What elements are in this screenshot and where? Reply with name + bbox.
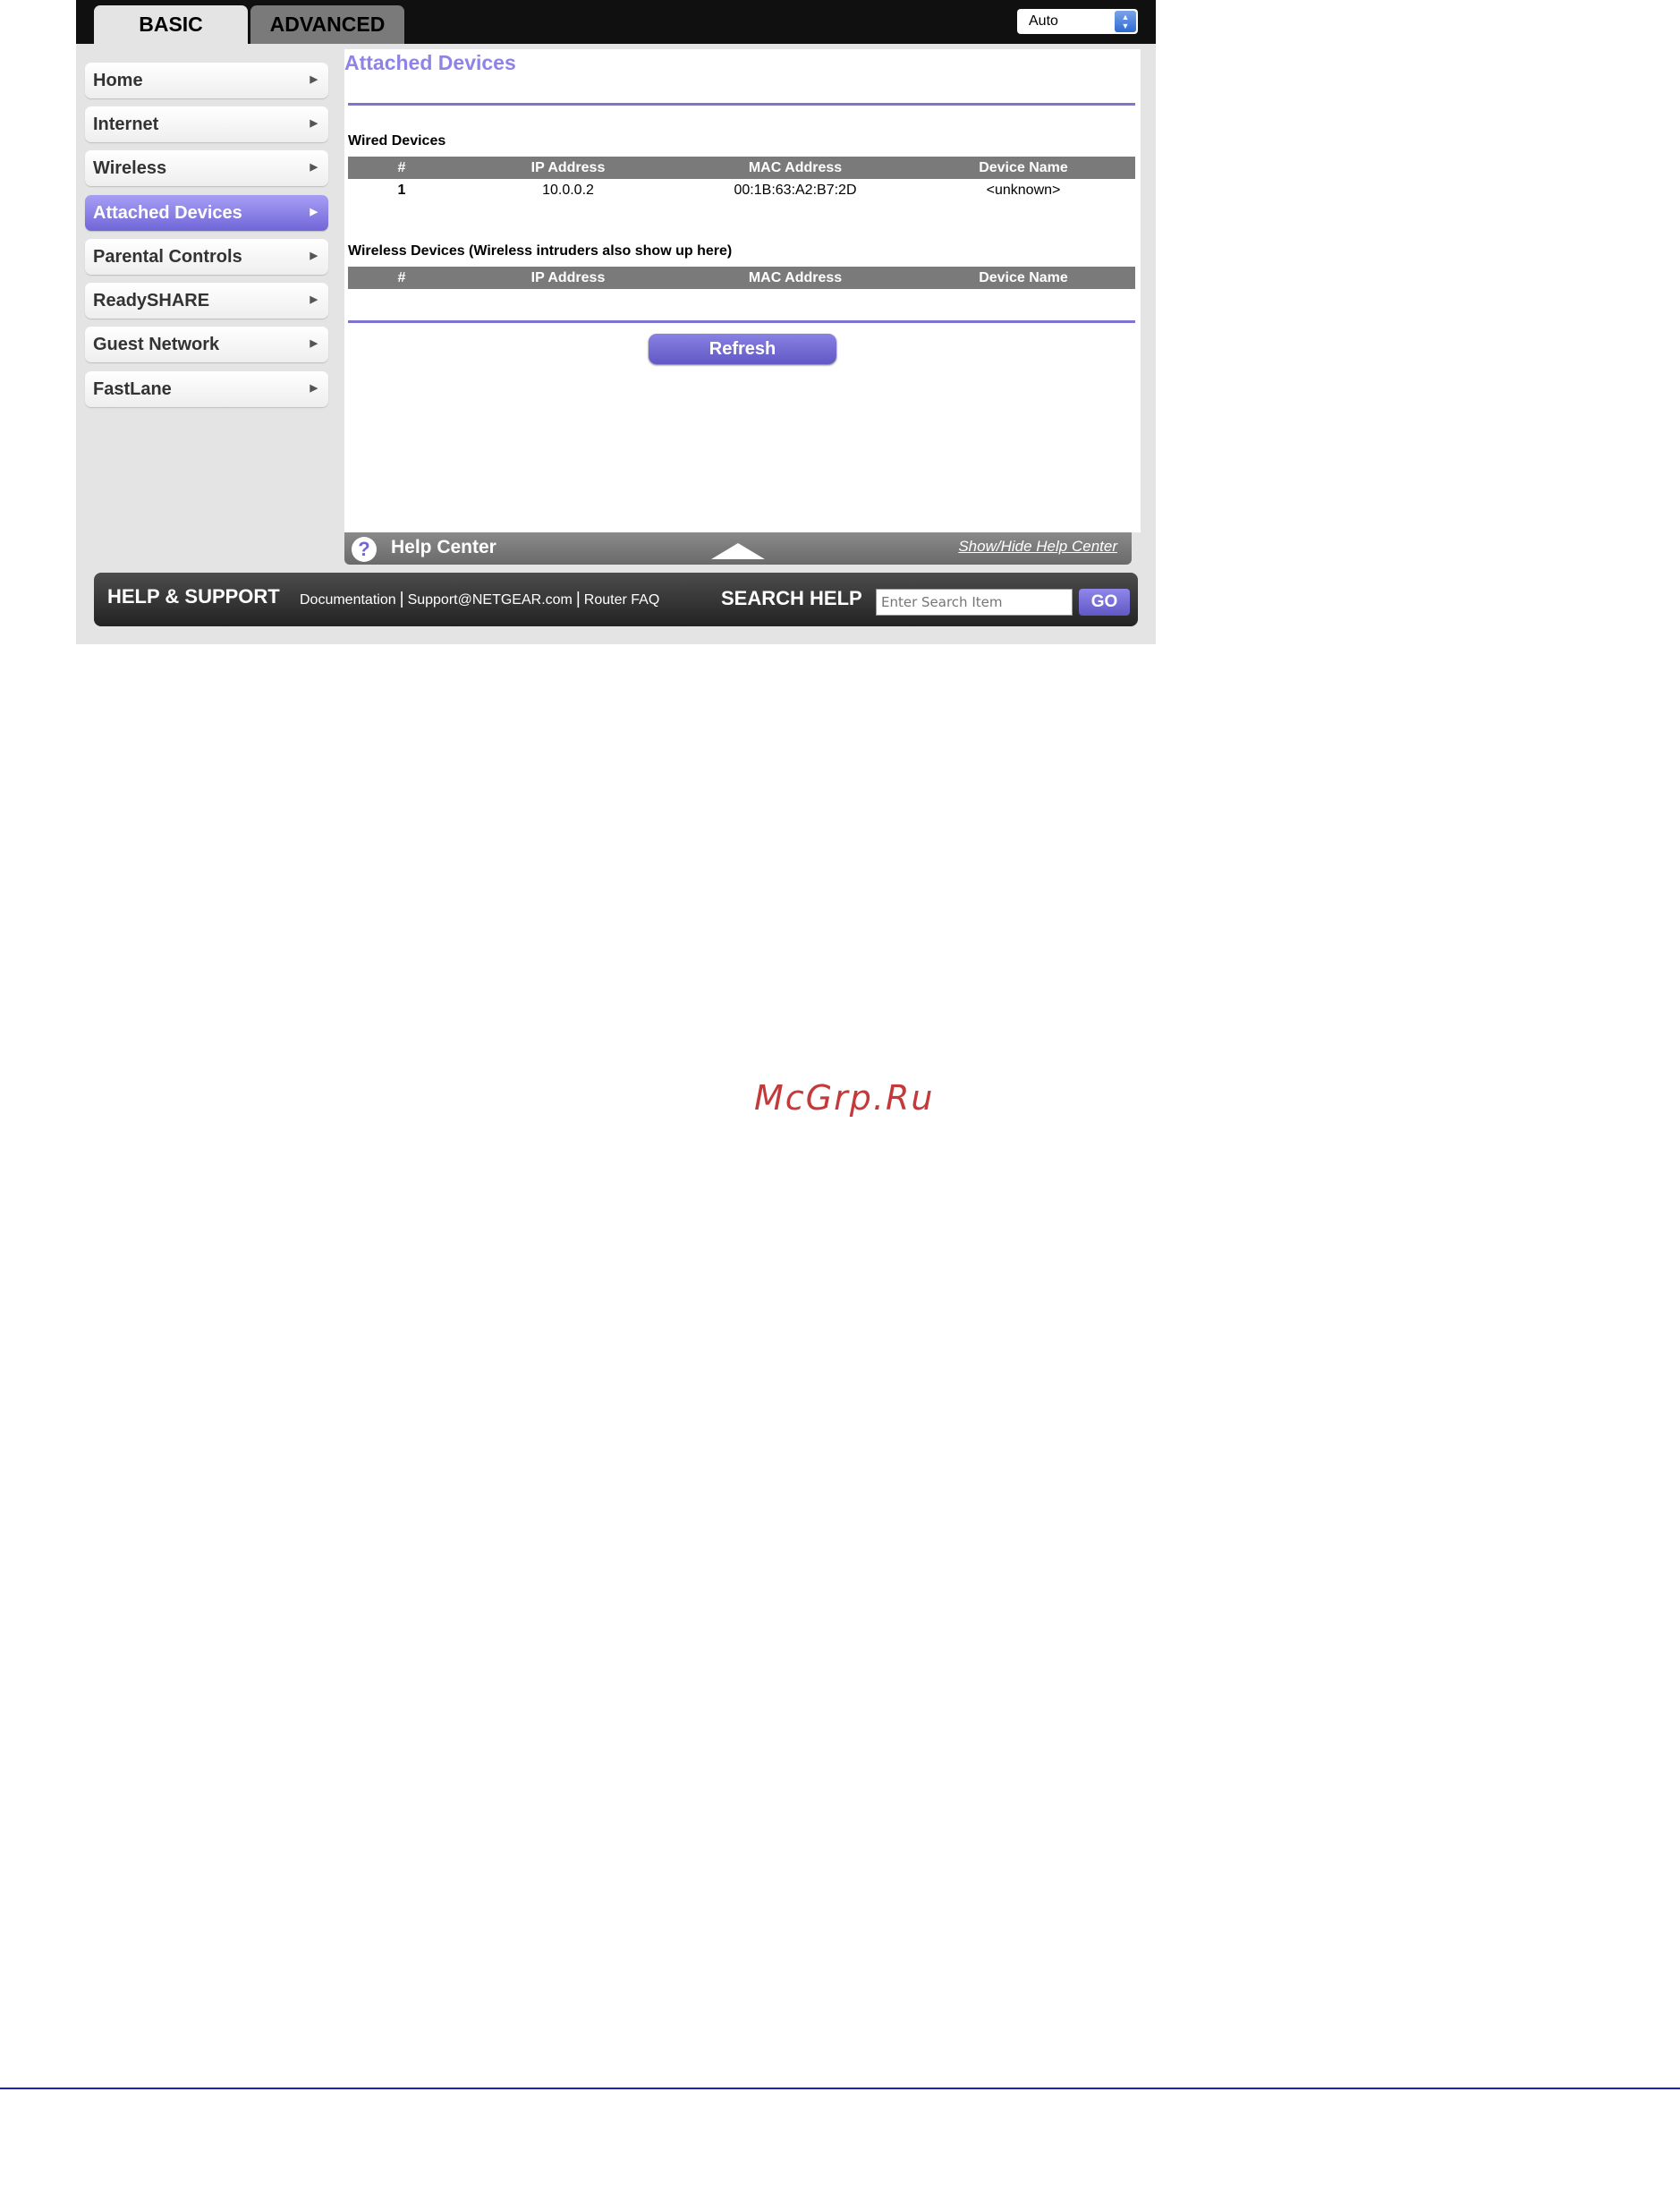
column-header: Device Name [979, 160, 1068, 175]
top-bar: BASIC ADVANCED Auto ▲ ▼ [76, 0, 1156, 44]
triangle-right-icon: ▶ [310, 74, 318, 85]
column-header: IP Address [530, 160, 606, 175]
help-support-footer: HELP & SUPPORT Documentation | Support@NET… [94, 573, 1138, 626]
search-help-input[interactable] [876, 589, 1073, 616]
sidebar-item-readyshare[interactable]: ReadySHARE ▶ [85, 283, 328, 319]
column-header: # [397, 270, 406, 285]
expand-up-icon[interactable] [711, 543, 765, 559]
sidebar-item-label: ReadySHARE [93, 290, 210, 310]
page-title: Attached Devices [344, 51, 516, 74]
wired-table-header: # IP Address MAC Address Device Name [348, 157, 1135, 179]
help-center-bar[interactable]: ? Help Center Show/Hide Help Center [344, 532, 1132, 565]
language-select-value: Auto [1029, 13, 1058, 29]
divider [348, 103, 1135, 106]
page-rule [0, 2088, 1680, 2089]
device-ip: 10.0.0.2 [542, 183, 594, 198]
sidebar-item-label: Internet [93, 114, 159, 134]
sidebar-item-label: Home [93, 70, 143, 90]
triangle-right-icon: ▶ [310, 207, 318, 217]
sidebar-item-attached-devices[interactable]: Attached Devices ▶ [85, 195, 328, 231]
column-header: MAC Address [748, 160, 843, 175]
tab-basic[interactable]: BASIC [94, 5, 248, 44]
main-panel: Attached Devices Wired Devices # IP Addr… [344, 49, 1141, 532]
device-mac: 00:1B:63:A2:B7:2D [734, 183, 857, 198]
show-hide-help-link[interactable]: Show/Hide Help Center [958, 538, 1117, 556]
sidebar-item-wireless[interactable]: Wireless ▶ [85, 150, 328, 186]
column-header: Device Name [979, 270, 1068, 285]
wired-devices-title: Wired Devices [348, 133, 446, 149]
refresh-button[interactable]: Refresh [649, 334, 836, 364]
triangle-right-icon: ▶ [310, 338, 318, 349]
help-center-label: Help Center [391, 537, 496, 557]
table-row: 1 10.0.0.2 00:1B:63:A2:B7:2D <unknown> [348, 179, 1135, 201]
sidebar-item-home[interactable]: Home ▶ [85, 63, 328, 98]
question-mark-icon: ? [352, 537, 377, 562]
triangle-right-icon: ▶ [310, 383, 318, 394]
sidebar-item-label: Parental Controls [93, 246, 242, 267]
divider [348, 320, 1135, 323]
sidebar-item-fastlane[interactable]: FastLane ▶ [85, 371, 328, 407]
sidebar-item-guest-network[interactable]: Guest Network ▶ [85, 327, 328, 362]
column-header: IP Address [530, 270, 606, 285]
device-number: 1 [397, 183, 406, 198]
router-admin-window: BASIC ADVANCED Auto ▲ ▼ Home ▶ Internet ▶… [76, 0, 1156, 644]
link-separator: | [399, 590, 404, 608]
triangle-right-icon: ▶ [310, 294, 318, 305]
tab-advanced[interactable]: ADVANCED [250, 5, 404, 44]
wireless-table-header: # IP Address MAC Address Device Name [348, 267, 1135, 289]
device-name: <unknown> [986, 183, 1061, 198]
updown-arrows-icon: ▲ ▼ [1115, 11, 1136, 32]
sidebar-item-parental-controls[interactable]: Parental Controls ▶ [85, 239, 328, 275]
wireless-devices-title: Wireless Devices (Wireless intruders als… [348, 243, 733, 259]
support-email-link[interactable]: Support@NETGEAR.com [408, 592, 573, 608]
column-header: # [397, 160, 406, 175]
sidebar-item-internet[interactable]: Internet ▶ [85, 106, 328, 142]
support-links: Documentation | Support@NETGEAR.com | Router… [300, 590, 659, 609]
triangle-right-icon: ▶ [310, 251, 318, 261]
watermark: McGrp.Ru [754, 1078, 935, 1118]
search-help-label: SEARCH HELP [721, 587, 862, 609]
help-support-title: HELP & SUPPORT [107, 585, 280, 608]
sidebar-item-label: FastLane [93, 378, 172, 399]
sidebar-item-label: Guest Network [93, 334, 220, 354]
link-separator: | [575, 590, 581, 608]
documentation-link[interactable]: Documentation [300, 592, 396, 608]
triangle-right-icon: ▶ [310, 162, 318, 173]
router-faq-link[interactable]: Router FAQ [584, 592, 659, 608]
go-button[interactable]: GO [1079, 589, 1130, 616]
language-select[interactable]: Auto ▲ ▼ [1017, 9, 1138, 34]
column-header: MAC Address [748, 270, 843, 285]
sidebar-item-label: Wireless [93, 157, 167, 178]
sidebar-item-label: Attached Devices [93, 202, 242, 223]
triangle-right-icon: ▶ [310, 118, 318, 129]
